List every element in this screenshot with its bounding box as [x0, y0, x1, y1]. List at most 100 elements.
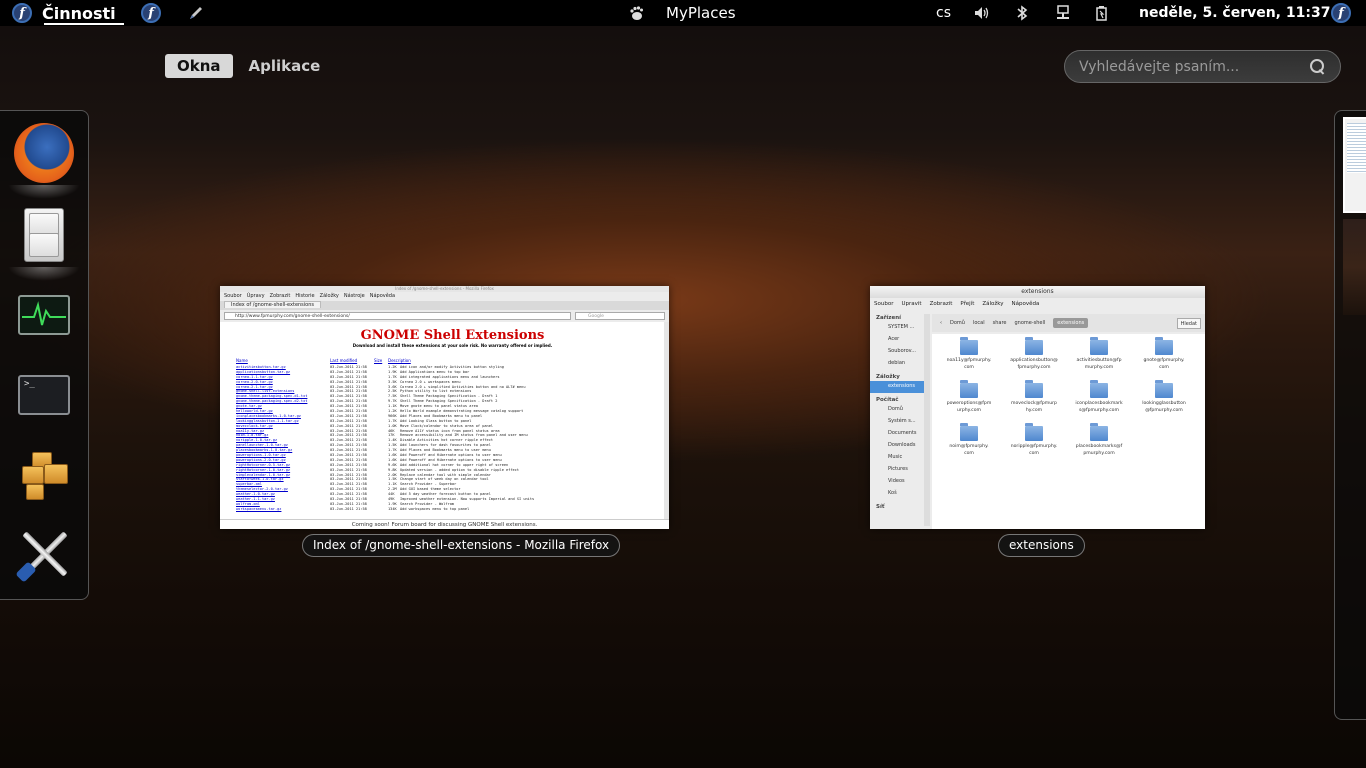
- dash-item-terminal[interactable]: >_: [12, 363, 76, 427]
- sidebar-section-header: Záložky: [876, 374, 900, 380]
- file-cabinet-icon: [24, 208, 64, 262]
- path-bar: ‹ Domů local share gnome-shell extensions Hle…: [932, 314, 1205, 332]
- network-menu-button[interactable]: [1055, 0, 1071, 26]
- app-name: MyPlaces: [666, 4, 736, 22]
- power-menu-button[interactable]: [1094, 0, 1110, 26]
- menu-item: Soubor: [224, 293, 242, 299]
- menu-item: Úpravy: [246, 293, 265, 299]
- back-icon: ‹: [940, 320, 942, 326]
- folder-name: poweroptions@fpm: [946, 401, 992, 406]
- dash-item-software[interactable]: [12, 445, 76, 509]
- menu-bar: Soubor Upravit Zobrazit Přejít Záložky Nápově…: [870, 298, 1205, 311]
- search-button: Hledat: [1176, 318, 1201, 329]
- sidebar-item: Videos: [888, 478, 905, 484]
- bluetooth-icon: [1017, 5, 1028, 21]
- sidebar-item: Systém s...: [888, 418, 916, 424]
- folder-item: poweroptions@fpm urphy.com: [936, 377, 1002, 414]
- network-icon: [1057, 5, 1069, 19]
- folder-name-cont: @fpmurphy.com: [1145, 408, 1183, 413]
- system-monitor-icon: [18, 295, 70, 335]
- window-thumbnail-firefox[interactable]: Index of /gnome-shell-extensions - Mozil…: [220, 286, 669, 529]
- dash-item-system-tools[interactable]: [12, 521, 76, 585]
- activities-label: Činnosti: [42, 3, 116, 23]
- web-search-field: Google: [575, 312, 665, 320]
- folder-icon: [960, 423, 978, 441]
- page-heading: GNOME Shell Extensions: [360, 328, 545, 343]
- sidebar-item: Music: [888, 454, 903, 460]
- column-header: Description: [388, 358, 411, 363]
- window-title: extensions: [870, 286, 1205, 298]
- menu-item: Záložky: [319, 293, 339, 299]
- search-entry-container[interactable]: [1064, 50, 1341, 83]
- sidebar-item: debian: [888, 360, 906, 366]
- tab-windows[interactable]: Okna: [165, 54, 233, 78]
- scrollbar: [924, 314, 930, 526]
- folder-icon: [1025, 337, 1043, 355]
- dash-item-firefox[interactable]: [8, 121, 80, 199]
- volume-menu-button[interactable]: [974, 0, 990, 26]
- path-crumb: share: [992, 320, 1007, 326]
- sidebar-item: Souborov...: [888, 348, 916, 354]
- folder-icon: [960, 380, 978, 398]
- window-thumbnail-files[interactable]: extensions Soubor Upravit Zobrazit Přejít Zá…: [870, 286, 1205, 529]
- folder-name-cont: pmurphy.com: [1083, 451, 1115, 456]
- menu-item: Přejít: [960, 301, 975, 307]
- clock-button[interactable]: neděle, 5. červen, 11:37: [1139, 0, 1330, 26]
- folder-icon: [1090, 380, 1108, 398]
- tab-applications[interactable]: Aplikace: [237, 54, 333, 78]
- pen-icon: [190, 7, 202, 19]
- page-subheading: Download and install these extensions at…: [352, 343, 553, 348]
- folder-name: noim@fpmurphy.: [949, 444, 989, 449]
- folder-icon: [1090, 423, 1108, 441]
- folder-name-cont: com: [964, 365, 974, 370]
- file-date: 03-Jun-2011 21:58: [330, 506, 367, 511]
- path-crumb: local: [972, 320, 985, 326]
- fedora-launcher-button[interactable]: f: [141, 0, 161, 26]
- column-header: Name: [236, 358, 248, 363]
- folder-icon: [1155, 337, 1173, 355]
- user-menu-button[interactable]: f: [1331, 0, 1351, 26]
- folder-name: iconplacesbookmark: [1075, 401, 1123, 406]
- folder-item: iconplacesbookmark s@fpmurphy.com: [1066, 377, 1132, 414]
- places-sidebar: Zařízení SYSTEM ... Acer Souborov... debian Z…: [870, 311, 930, 529]
- tab-bar: Index of /gnome-shell-extensions: [220, 301, 669, 310]
- workspace-thumbnail-1[interactable]: [1343, 117, 1366, 213]
- pen-launcher-button[interactable]: [188, 0, 204, 26]
- sidebar-item: extensions: [870, 381, 930, 393]
- folder-name: noripple@fpmurphy.: [1010, 444, 1058, 449]
- keyboard-layout-label: cs: [936, 5, 951, 21]
- window-caption-files: extensions: [998, 534, 1085, 557]
- folder-icon: [960, 337, 978, 355]
- bluetooth-menu-button[interactable]: [1015, 0, 1029, 26]
- dash-item-files[interactable]: [8, 203, 80, 281]
- column-header: Size: [374, 358, 383, 363]
- path-crumb: gnome-shell: [1014, 320, 1046, 326]
- fedora-logo-icon: f: [1331, 3, 1351, 23]
- folder-name: gnote@fpmurphy.: [1143, 358, 1185, 363]
- folder-item: placesbookmarks@f pmurphy.com: [1066, 420, 1132, 457]
- menu-item: Historie: [295, 293, 315, 299]
- search-icon[interactable]: [1310, 58, 1326, 75]
- dash-item-system-monitor[interactable]: [12, 283, 76, 347]
- folder-name-cont: hy.com: [1025, 408, 1043, 413]
- navigation-toolbar: http://www.fpmurphy.com/gnome-shell-exte…: [220, 310, 669, 322]
- menu-item: Nápověda: [1011, 301, 1040, 307]
- workspace-switcher: [1334, 110, 1366, 720]
- view-selector: Okna Aplikace: [165, 54, 332, 78]
- app-menu-button[interactable]: MyPlaces: [628, 0, 736, 26]
- sidebar-item: Acer: [888, 336, 900, 342]
- folder-item: moveclock@fpmurp hy.com: [1001, 377, 1067, 414]
- volume-icon: [975, 7, 989, 19]
- folder-icon: [1025, 380, 1043, 398]
- keyboard-layout-indicator[interactable]: cs: [936, 0, 951, 26]
- workspace-thumbnail-2[interactable]: [1343, 219, 1366, 315]
- search-input[interactable]: [1079, 58, 1310, 75]
- menu-item: Zobrazit: [269, 293, 291, 299]
- folder-item: activitiesbutton@fp murphy.com: [1066, 334, 1132, 371]
- activities-button[interactable]: f Činnosti: [12, 0, 124, 26]
- folder-icon: [1155, 380, 1173, 398]
- fedora-logo-icon: f: [141, 3, 161, 23]
- battery-icon: [1096, 6, 1107, 21]
- folder-item: noim@fpmurphy. com: [936, 420, 1002, 457]
- window-caption-firefox: Index of /gnome-shell-extensions - Mozil…: [302, 534, 621, 557]
